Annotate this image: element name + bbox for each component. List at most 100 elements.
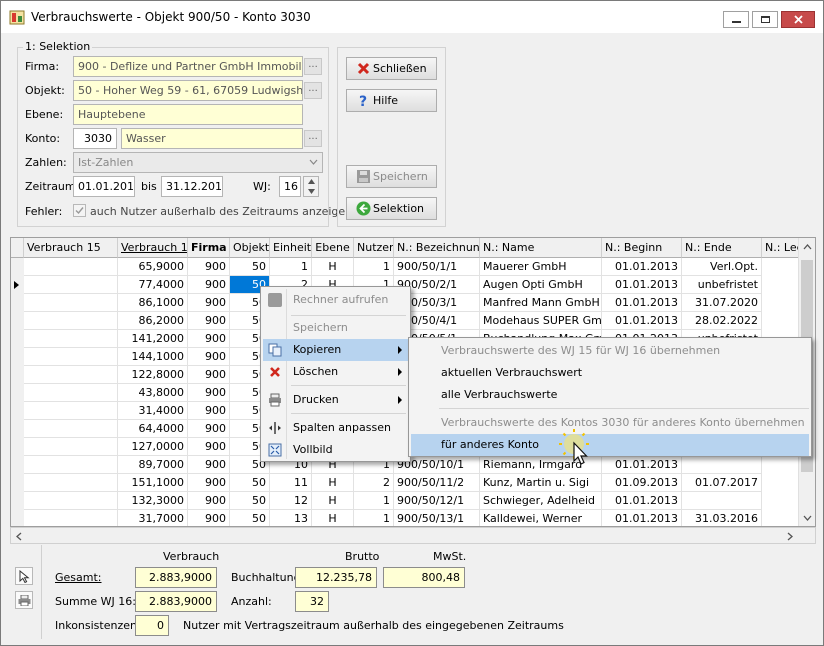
table-cell[interactable] bbox=[24, 492, 118, 510]
table-cell[interactable]: 900 bbox=[188, 330, 230, 348]
table-cell[interactable]: 31.07.2020 bbox=[682, 294, 762, 312]
table-cell[interactable]: 2 bbox=[354, 474, 394, 492]
column-header[interactable]: Ebene bbox=[312, 238, 354, 258]
table-cell[interactable]: 132,3000 bbox=[118, 492, 188, 510]
table-cell[interactable]: 900 bbox=[188, 312, 230, 330]
submenu-item-aktueller-wert[interactable]: aktuellen Verbrauchswert bbox=[411, 362, 809, 384]
zeitraum-from-field[interactable]: 01.01.2016 bbox=[73, 176, 135, 197]
submenu-item-anderes-konto[interactable]: für anderes Konto bbox=[411, 434, 809, 456]
table-cell[interactable]: 01.01.2013 bbox=[602, 312, 682, 330]
column-header[interactable]: Verbrauch 16 bbox=[118, 238, 188, 258]
submenu-item-alle-werte[interactable]: alle Verbrauchswerte bbox=[411, 384, 809, 406]
table-cell[interactable]: 86,1000 bbox=[118, 294, 188, 312]
table-cell[interactable] bbox=[24, 402, 118, 420]
column-header[interactable]: N.: Beginn bbox=[602, 238, 682, 258]
wj-field[interactable]: 16 bbox=[279, 176, 301, 197]
table-cell[interactable]: 13 bbox=[270, 510, 312, 526]
table-cell[interactable]: 11 bbox=[270, 474, 312, 492]
table-cell[interactable]: H bbox=[312, 258, 354, 276]
table-row[interactable]: 132,3000 900 50 12 H 1 900/50/12/1 Schwieger, A… bbox=[11, 492, 801, 510]
table-cell[interactable]: 31,4000 bbox=[118, 402, 188, 420]
table-cell[interactable]: 86,2000 bbox=[118, 312, 188, 330]
column-header[interactable]: Einheit bbox=[270, 238, 312, 258]
menu-item-vollbild[interactable]: Vollbild bbox=[263, 439, 408, 461]
table-cell[interactable] bbox=[24, 330, 118, 348]
selektion-button[interactable]: Selektion bbox=[346, 197, 437, 220]
table-cell[interactable]: 50 bbox=[230, 258, 270, 276]
firma-lookup-button[interactable]: ... bbox=[304, 58, 322, 75]
column-header[interactable]: N.: Bezeichnung bbox=[394, 238, 480, 258]
table-cell[interactable]: unbefristet bbox=[682, 276, 762, 294]
table-cell[interactable]: 144,1000 bbox=[118, 348, 188, 366]
table-cell[interactable]: Mauerer GmbH bbox=[480, 258, 602, 276]
table-cell[interactable]: 900/50/1/1 bbox=[394, 258, 480, 276]
table-cell[interactable]: H bbox=[312, 492, 354, 510]
table-cell[interactable]: 900 bbox=[188, 474, 230, 492]
table-cell[interactable]: Kalldewei, Werner bbox=[480, 510, 602, 526]
konto-number-field[interactable]: 3030 bbox=[73, 128, 117, 149]
table-cell[interactable]: 64,4000 bbox=[118, 420, 188, 438]
minimize-button[interactable] bbox=[723, 11, 749, 28]
firma-field[interactable]: 900 - Deflize und Partner GmbH Immobilie… bbox=[73, 56, 303, 77]
menu-item-loeschen[interactable]: Löschen bbox=[263, 361, 408, 383]
table-cell[interactable] bbox=[24, 258, 118, 276]
table-cell[interactable]: 12 bbox=[270, 492, 312, 510]
table-cell[interactable]: 127,0000 bbox=[118, 438, 188, 456]
table-cell[interactable]: 141,2000 bbox=[118, 330, 188, 348]
table-cell[interactable]: 65,9000 bbox=[118, 258, 188, 276]
table-cell[interactable] bbox=[24, 438, 118, 456]
column-header[interactable]: Verbrauch 15 bbox=[24, 238, 118, 258]
table-cell[interactable] bbox=[24, 384, 118, 402]
table-cell[interactable]: 01.07.2017 bbox=[682, 474, 762, 492]
speichern-button[interactable]: Speichern bbox=[346, 165, 437, 188]
maximize-button[interactable] bbox=[752, 11, 778, 28]
table-cell[interactable] bbox=[682, 456, 762, 474]
zeitraum-to-field[interactable]: 31.12.2016 bbox=[161, 176, 223, 197]
column-header[interactable]: N.: Ende bbox=[682, 238, 762, 258]
table-cell[interactable] bbox=[24, 366, 118, 384]
table-cell[interactable] bbox=[24, 510, 118, 526]
table-cell[interactable]: Schwieger, Adelheid bbox=[480, 492, 602, 510]
menu-item-kopieren[interactable]: Kopieren bbox=[263, 339, 408, 361]
table-cell[interactable]: 01.01.2013 bbox=[602, 258, 682, 276]
table-cell[interactable]: 50 bbox=[230, 474, 270, 492]
table-cell[interactable]: 28.02.2022 bbox=[682, 312, 762, 330]
table-cell[interactable]: 900 bbox=[188, 402, 230, 420]
column-header[interactable]: Firma bbox=[188, 238, 230, 258]
table-cell[interactable] bbox=[24, 276, 118, 294]
table-cell[interactable]: Kunz, Martin u. Sigi bbox=[480, 474, 602, 492]
table-cell[interactable] bbox=[682, 492, 762, 510]
column-header[interactable]: Nutzer bbox=[354, 238, 394, 258]
table-cell[interactable]: 77,4000 bbox=[118, 276, 188, 294]
horizontal-scrollbar[interactable] bbox=[10, 527, 816, 544]
table-cell[interactable]: 01.09.2013 bbox=[602, 474, 682, 492]
table-row[interactable]: 65,9000 900 50 1 H 1 900/50/1/1 Mauerer GmbH 01.… bbox=[11, 258, 801, 276]
objekt-field[interactable]: 50 - Hoher Weg 59 - 61, 67059 Ludwigshaf… bbox=[73, 80, 303, 101]
table-cell[interactable]: 122,8000 bbox=[118, 366, 188, 384]
table-cell[interactable]: 1 bbox=[270, 258, 312, 276]
table-cell[interactable]: 01.01.2013 bbox=[602, 294, 682, 312]
table-cell[interactable]: 900/50/13/1 bbox=[394, 510, 480, 526]
table-cell[interactable]: Augen Opti GmbH bbox=[480, 276, 602, 294]
ebene-field[interactable]: Hauptebene bbox=[73, 104, 303, 125]
table-cell[interactable]: Modehaus SUPER Gmbl bbox=[480, 312, 602, 330]
objekt-lookup-button[interactable]: ... bbox=[304, 82, 322, 99]
table-cell[interactable] bbox=[24, 456, 118, 474]
table-cell[interactable]: 50 bbox=[230, 510, 270, 526]
hilfe-button[interactable]: ? Hilfe bbox=[346, 89, 437, 112]
print-tool-button[interactable] bbox=[15, 591, 33, 609]
table-cell[interactable]: H bbox=[312, 474, 354, 492]
menu-item-drucken[interactable]: Drucken bbox=[263, 389, 408, 411]
fehler-checkbox[interactable] bbox=[73, 204, 86, 217]
table-cell[interactable] bbox=[24, 420, 118, 438]
table-cell[interactable]: H bbox=[312, 510, 354, 526]
table-cell[interactable]: 31,7000 bbox=[118, 510, 188, 526]
table-cell[interactable]: 900 bbox=[188, 492, 230, 510]
table-cell[interactable] bbox=[24, 474, 118, 492]
menu-item-spalten-anpassen[interactable]: Spalten anpassen bbox=[263, 417, 408, 439]
table-cell[interactable]: 900 bbox=[188, 420, 230, 438]
column-header[interactable]: N.: Name bbox=[480, 238, 602, 258]
table-cell[interactable]: 900 bbox=[188, 510, 230, 526]
table-row[interactable]: 151,1000 900 50 11 H 2 900/50/11/2 Kunz, Martin… bbox=[11, 474, 801, 492]
table-cell[interactable]: 900 bbox=[188, 294, 230, 312]
